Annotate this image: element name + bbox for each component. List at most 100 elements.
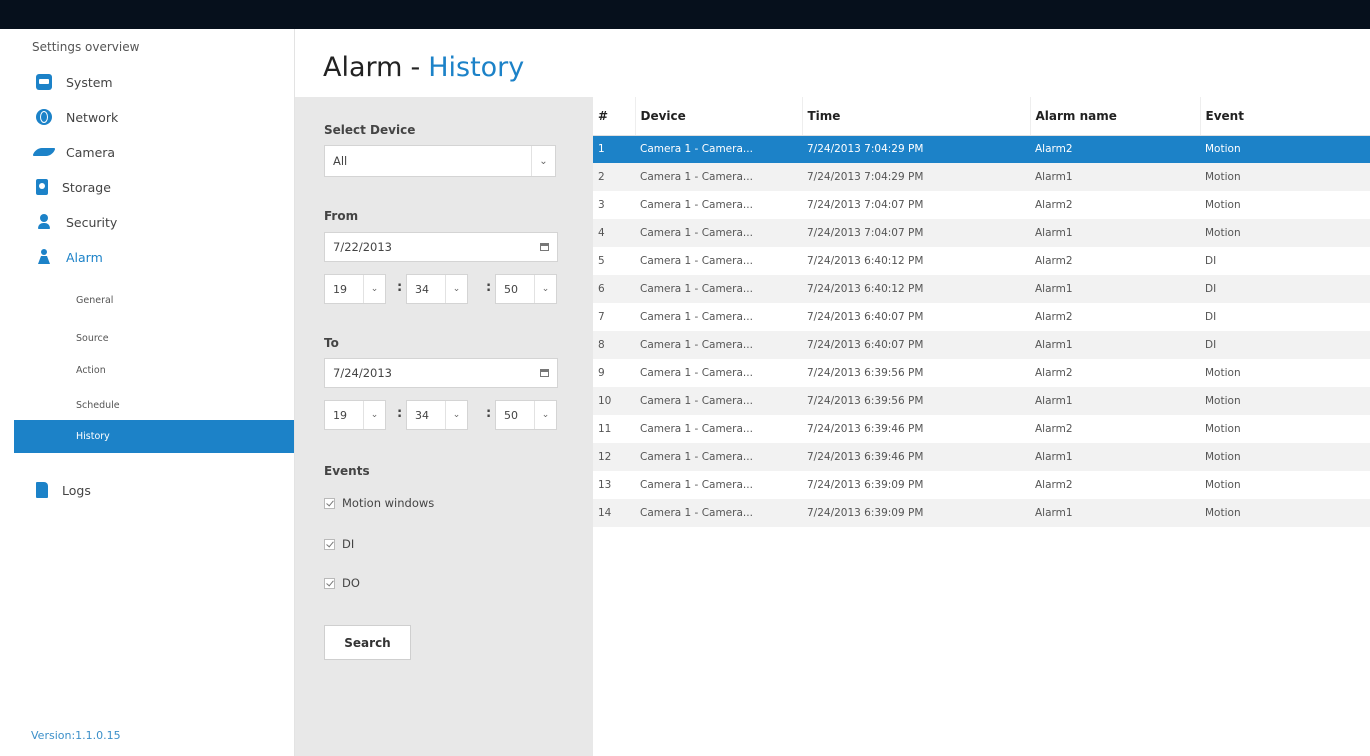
sidebar-item-network[interactable]: Network bbox=[36, 106, 118, 128]
from-minute-select[interactable]: 34 ⌄ bbox=[406, 274, 468, 304]
column-header-device[interactable]: Device bbox=[634, 97, 802, 136]
event-checkbox-do[interactable]: DO bbox=[324, 576, 360, 590]
search-button[interactable]: Search bbox=[324, 625, 411, 660]
page-title-main: Alarm bbox=[323, 52, 403, 83]
cell-event: DI bbox=[1205, 339, 1217, 351]
table-row[interactable]: 10 Camera 1 - Camera... 7/24/2013 6:39:56 … bbox=[593, 387, 1370, 415]
table-row[interactable]: 11 Camera 1 - Camera... 7/24/2013 6:39:46 … bbox=[593, 415, 1370, 443]
cell-row-number: 13 bbox=[598, 479, 612, 491]
cell-event: Motion bbox=[1205, 367, 1241, 379]
page-title-separator: - bbox=[410, 52, 421, 83]
page-title: Alarm - History bbox=[323, 52, 524, 83]
sidebar-item-logs[interactable]: Logs bbox=[36, 479, 91, 501]
storage-icon bbox=[36, 179, 48, 195]
sidebar-title: Settings overview bbox=[32, 40, 140, 54]
column-header-time[interactable]: Time bbox=[801, 97, 1030, 136]
column-header-event[interactable]: Event bbox=[1199, 97, 1370, 136]
sidebar-item-alarm[interactable]: Alarm bbox=[36, 246, 103, 268]
checkbox-checked-icon[interactable] bbox=[324, 538, 335, 550]
version-label: Version:1.1.0.15 bbox=[31, 729, 121, 742]
chevron-down-icon[interactable]: ⌄ bbox=[534, 275, 556, 303]
sidebar-item-label: System bbox=[66, 74, 113, 90]
to-minute-select[interactable]: 34 ⌄ bbox=[406, 400, 468, 430]
cell-alarm-name: Alarm1 bbox=[1035, 227, 1073, 239]
calendar-icon[interactable] bbox=[540, 369, 549, 377]
cell-row-number: 14 bbox=[598, 507, 612, 519]
cell-alarm-name: Alarm2 bbox=[1035, 199, 1073, 211]
cell-time: 7/24/2013 6:39:46 PM bbox=[807, 451, 924, 463]
sidebar-subitem-schedule[interactable]: Schedule bbox=[14, 389, 294, 422]
alarm-icon bbox=[36, 249, 52, 265]
chevron-down-icon[interactable]: ⌄ bbox=[445, 275, 467, 303]
to-time-row: 19 ⌄ : 34 ⌄ : 50 ⌄ bbox=[324, 400, 558, 430]
sidebar-item-camera[interactable]: Camera bbox=[36, 141, 115, 163]
cell-device: Camera 1 - Camera... bbox=[640, 367, 753, 379]
chevron-down-icon[interactable]: ⌄ bbox=[445, 401, 467, 429]
event-checkbox-motion[interactable]: Motion windows bbox=[324, 496, 434, 510]
table-row[interactable]: 5 Camera 1 - Camera... 7/24/2013 6:40:12 P… bbox=[593, 247, 1370, 275]
cell-time: 7/24/2013 6:40:07 PM bbox=[807, 311, 924, 323]
table-row[interactable]: 8 Camera 1 - Camera... 7/24/2013 6:40:07 P… bbox=[593, 331, 1370, 359]
sidebar-item-system[interactable]: System bbox=[36, 71, 113, 93]
cell-alarm-name: Alarm2 bbox=[1035, 367, 1073, 379]
sidebar-subitem-action[interactable]: Action bbox=[14, 354, 294, 387]
chevron-down-icon[interactable]: ⌄ bbox=[363, 401, 385, 429]
cell-device: Camera 1 - Camera... bbox=[640, 451, 753, 463]
column-header-alarm-name[interactable]: Alarm name bbox=[1029, 97, 1200, 136]
user-icon bbox=[36, 214, 52, 230]
cell-alarm-name: Alarm1 bbox=[1035, 451, 1073, 463]
calendar-icon[interactable] bbox=[540, 243, 549, 251]
time-colon: : bbox=[397, 280, 403, 295]
sidebar-item-label: Storage bbox=[62, 179, 111, 195]
cell-time: 7/24/2013 6:39:46 PM bbox=[807, 423, 924, 435]
from-hour-select[interactable]: 19 ⌄ bbox=[324, 274, 386, 304]
cell-alarm-name: Alarm2 bbox=[1035, 423, 1073, 435]
alarm-history-table: # Device Time Alarm name Event 1 Camera 1… bbox=[593, 97, 1370, 527]
to-date-value: 7/24/2013 bbox=[333, 366, 392, 380]
table-row[interactable]: 12 Camera 1 - Camera... 7/24/2013 6:39:46 … bbox=[593, 443, 1370, 471]
cell-row-number: 1 bbox=[598, 143, 605, 156]
table-row[interactable]: 1 Camera 1 - Camera... 7/24/2013 7:04:29 P… bbox=[593, 135, 1370, 163]
to-second-select[interactable]: 50 ⌄ bbox=[495, 400, 557, 430]
cell-event: Motion bbox=[1205, 423, 1241, 435]
table-row[interactable]: 14 Camera 1 - Camera... 7/24/2013 6:39:09 … bbox=[593, 499, 1370, 527]
sidebar-item-storage[interactable]: Storage bbox=[36, 176, 111, 198]
sidebar-subitem-general[interactable]: General bbox=[14, 284, 294, 317]
table-row[interactable]: 3 Camera 1 - Camera... 7/24/2013 7:04:07 P… bbox=[593, 191, 1370, 219]
event-checkbox-di[interactable]: DI bbox=[324, 537, 354, 551]
table-row[interactable]: 4 Camera 1 - Camera... 7/24/2013 7:04:07 P… bbox=[593, 219, 1370, 247]
column-header-number[interactable]: # bbox=[593, 97, 635, 136]
chevron-down-icon[interactable]: ⌄ bbox=[531, 146, 555, 176]
cell-row-number: 11 bbox=[598, 423, 612, 435]
to-date-input[interactable]: 7/24/2013 bbox=[324, 358, 558, 388]
cell-event: Motion bbox=[1205, 143, 1241, 156]
table-row[interactable]: 2 Camera 1 - Camera... 7/24/2013 7:04:29 P… bbox=[593, 163, 1370, 191]
sidebar-subitem-source[interactable]: Source bbox=[14, 322, 294, 355]
table-row[interactable]: 6 Camera 1 - Camera... 7/24/2013 6:40:12 P… bbox=[593, 275, 1370, 303]
sidebar-subitem-history[interactable]: History bbox=[14, 420, 294, 453]
sidebar-item-security[interactable]: Security bbox=[36, 211, 117, 233]
to-hour-select[interactable]: 19 ⌄ bbox=[324, 400, 386, 430]
table-row[interactable]: 9 Camera 1 - Camera... 7/24/2013 6:39:56 P… bbox=[593, 359, 1370, 387]
checkbox-checked-icon[interactable] bbox=[324, 497, 335, 509]
cell-row-number: 12 bbox=[598, 451, 612, 463]
to-second-value: 50 bbox=[504, 408, 518, 422]
cell-time: 7/24/2013 6:40:12 PM bbox=[807, 255, 924, 267]
table-row[interactable]: 7 Camera 1 - Camera... 7/24/2013 6:40:07 P… bbox=[593, 303, 1370, 331]
sidebar-item-label: Camera bbox=[66, 144, 116, 160]
cell-device: Camera 1 - Camera... bbox=[640, 283, 753, 295]
chevron-down-icon[interactable]: ⌄ bbox=[363, 275, 385, 303]
table-row[interactable]: 13 Camera 1 - Camera... 7/24/2013 6:39:09 … bbox=[593, 471, 1370, 499]
table-header-row: # Device Time Alarm name Event bbox=[593, 97, 1370, 136]
from-date-input[interactable]: 7/22/2013 bbox=[324, 232, 558, 262]
cell-time: 7/24/2013 6:39:56 PM bbox=[807, 395, 924, 407]
alarm-history-table-wrap: # Device Time Alarm name Event 1 Camera 1… bbox=[593, 97, 1370, 527]
from-second-select[interactable]: 50 ⌄ bbox=[495, 274, 557, 304]
settings-sidebar: Settings overview System Network Camera … bbox=[0, 29, 295, 756]
checkbox-checked-icon[interactable] bbox=[324, 577, 335, 589]
cell-time: 7/24/2013 6:40:12 PM bbox=[807, 283, 924, 295]
device-select[interactable]: All ⌄ bbox=[324, 145, 556, 177]
device-select-value: All bbox=[333, 154, 348, 168]
cell-time: 7/24/2013 6:39:56 PM bbox=[807, 367, 924, 379]
chevron-down-icon[interactable]: ⌄ bbox=[534, 401, 556, 429]
